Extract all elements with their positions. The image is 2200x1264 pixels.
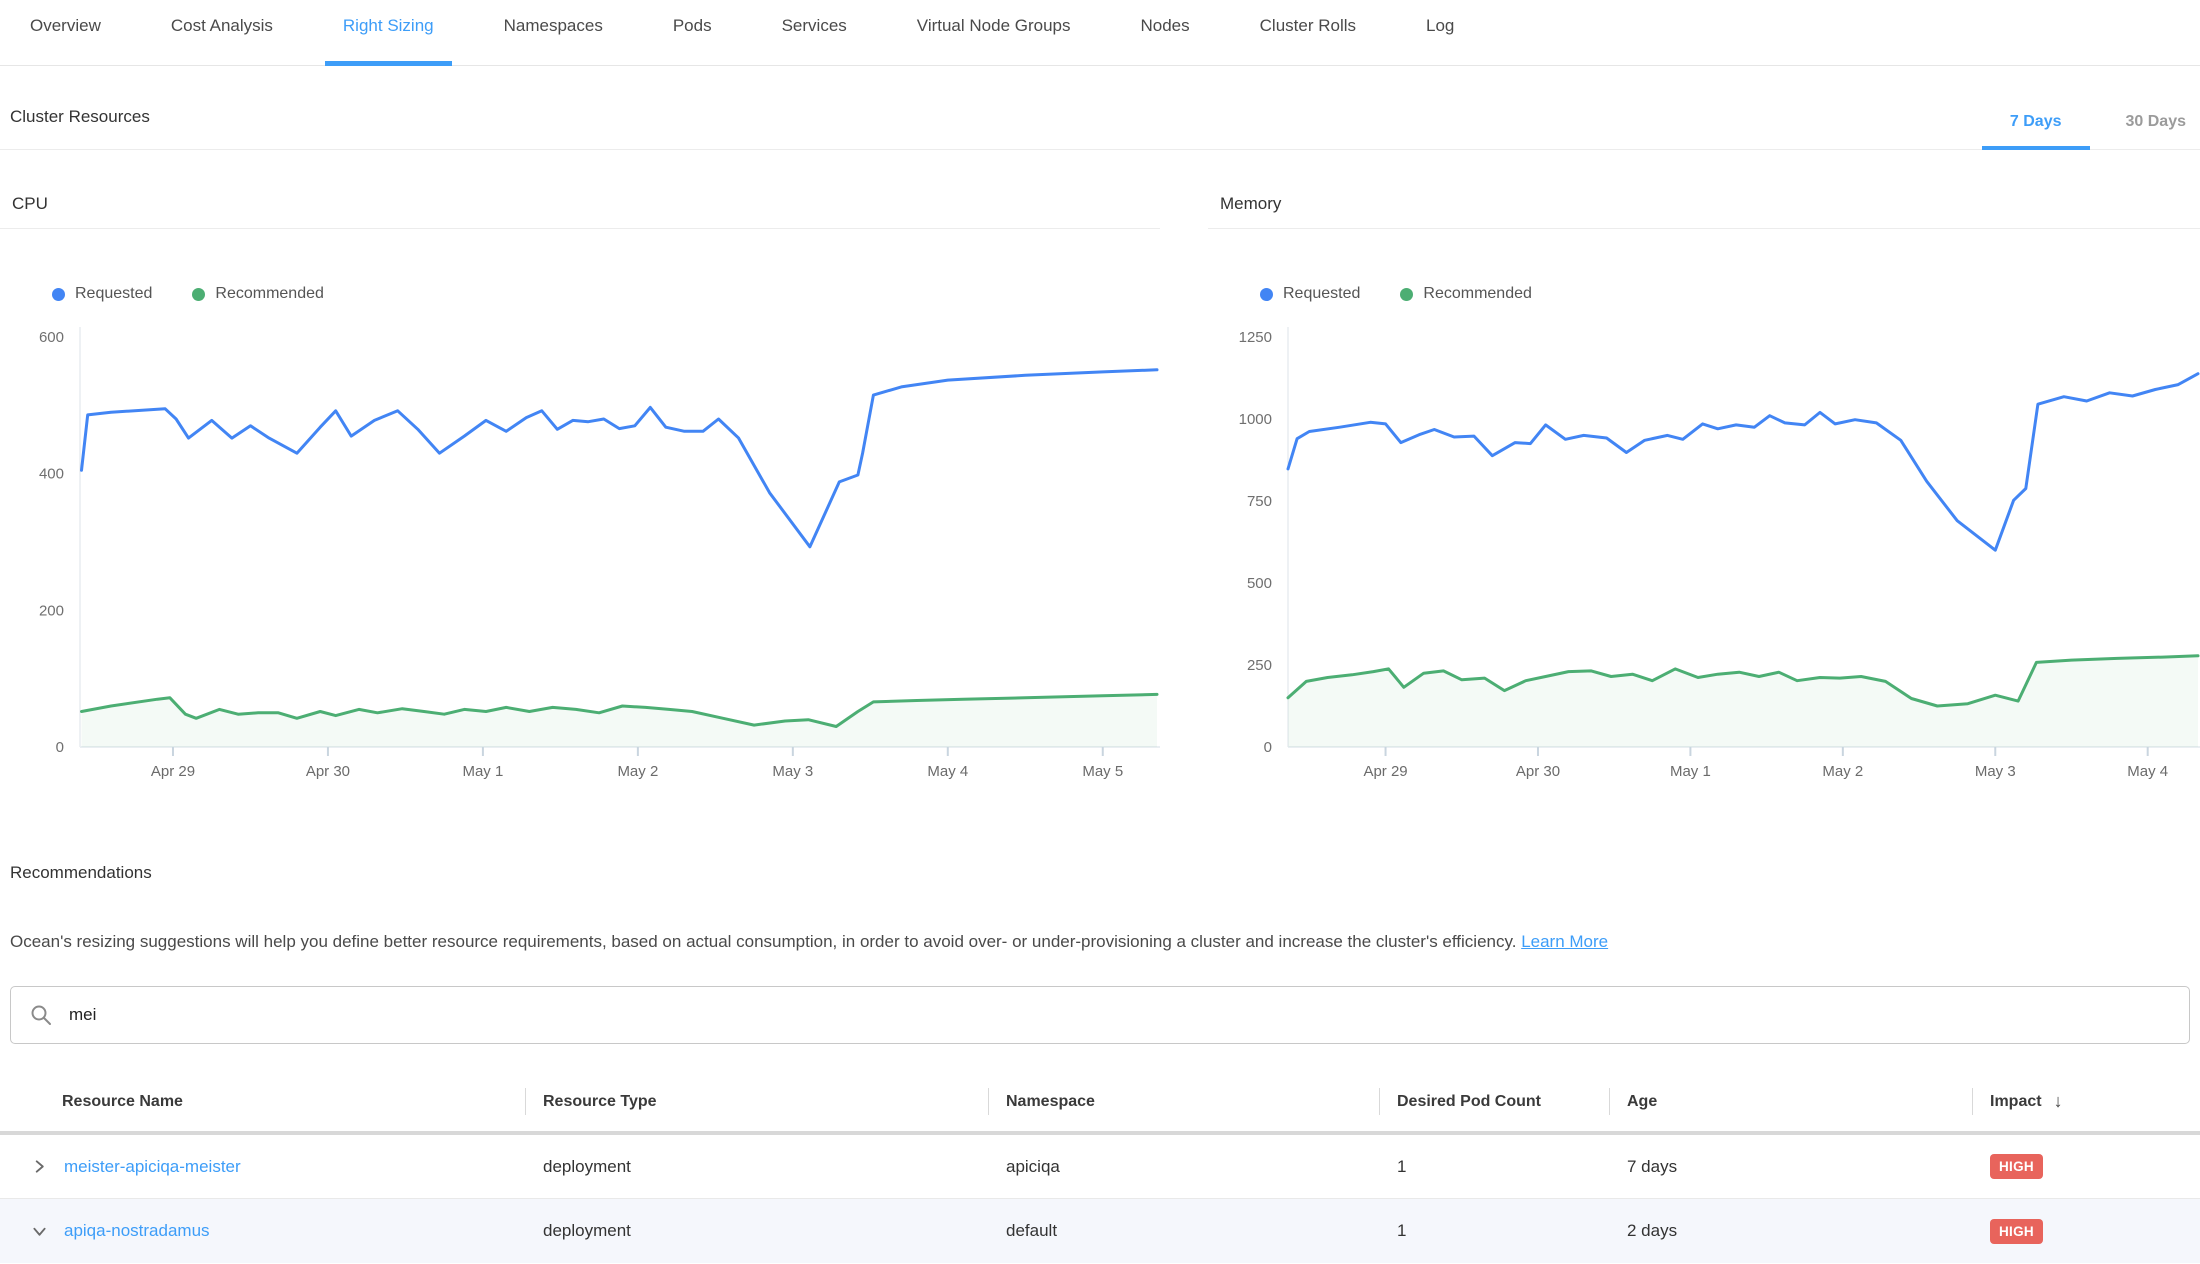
svg-text:400: 400 — [39, 466, 64, 483]
svg-text:May 2: May 2 — [1822, 763, 1863, 780]
svg-text:1000: 1000 — [1239, 411, 1272, 428]
memory-chart-legend: Requested Recommended — [1260, 285, 2200, 303]
svg-text:750: 750 — [1247, 493, 1272, 510]
time-range-toggle: 7 Days 30 Days — [1960, 113, 2200, 149]
sort-descending-icon[interactable]: ↓ — [2054, 1091, 2063, 1112]
legend-item-recommended: Recommended — [1400, 285, 1532, 303]
chevron-down-icon[interactable] — [28, 1220, 50, 1242]
column-header-desired-pod-count[interactable]: Desired Pod Count — [1379, 1072, 1609, 1131]
resource-type-cell: deployment — [525, 1157, 988, 1177]
desired-pod-count-cell: 1 — [1379, 1221, 1609, 1241]
table-row[interactable]: meister-apiciqa-meister deployment apici… — [0, 1135, 2200, 1199]
age-cell: 2 days — [1609, 1221, 1972, 1241]
legend-item-requested: Requested — [1260, 285, 1360, 303]
recommendations-title: Recommendations — [10, 863, 2200, 883]
memory-chart-panel: Memory Requested Recommended 0 250 500 750 1… — [1208, 150, 2200, 785]
svg-text:May 3: May 3 — [772, 763, 813, 780]
legend-label: Requested — [75, 285, 152, 303]
requested-dot-icon — [52, 288, 65, 301]
recommendations-table: Resource Name Resource Type Namespace De… — [0, 1072, 2200, 1263]
recommended-dot-icon — [1400, 288, 1413, 301]
desired-pod-count-cell: 1 — [1379, 1157, 1609, 1177]
tab-nodes[interactable]: Nodes — [1123, 0, 1208, 66]
cpu-line-chart: 0 200 400 600 Apr 29 Apr 30 May 1 May 2 May 3 May… — [0, 315, 1160, 785]
legend-item-requested: Requested — [52, 285, 152, 303]
svg-text:Apr 30: Apr 30 — [306, 763, 350, 780]
svg-text:200: 200 — [39, 602, 64, 619]
table-header-row: Resource Name Resource Type Namespace De… — [0, 1072, 2200, 1135]
legend-label: Recommended — [1423, 285, 1532, 303]
svg-text:May 1: May 1 — [462, 763, 503, 780]
svg-text:May 1: May 1 — [1670, 763, 1711, 780]
svg-text:May 2: May 2 — [617, 763, 658, 780]
impact-badge-high: HIGH — [1990, 1219, 2043, 1244]
learn-more-link[interactable]: Learn More — [1521, 932, 1608, 951]
recommendations-description: Ocean's resizing suggestions will help y… — [10, 931, 2200, 953]
chevron-right-icon[interactable] — [28, 1156, 50, 1178]
legend-label: Recommended — [215, 285, 324, 303]
cluster-resources-header: Cluster Resources 7 Days 30 Days — [0, 66, 2200, 150]
time-range-30-days[interactable]: 30 Days — [2112, 113, 2200, 149]
tab-cost-analysis[interactable]: Cost Analysis — [153, 0, 291, 66]
svg-text:Apr 29: Apr 29 — [1363, 763, 1407, 780]
column-header-resource-type[interactable]: Resource Type — [525, 1072, 988, 1131]
svg-text:Apr 30: Apr 30 — [1516, 763, 1560, 780]
search-icon — [29, 1003, 53, 1027]
svg-text:600: 600 — [39, 329, 64, 346]
table-row[interactable]: apiqa-nostradamus deployment default 1 2… — [0, 1199, 2200, 1263]
tab-log[interactable]: Log — [1408, 0, 1472, 66]
cluster-resources-title: Cluster Resources — [10, 107, 150, 149]
tab-namespaces[interactable]: Namespaces — [486, 0, 621, 66]
resource-name-link[interactable]: apiqa-nostradamus — [64, 1221, 210, 1241]
cpu-chart-panel: CPU Requested Recommended 0 200 400 600 Apr … — [0, 150, 1160, 785]
cpu-chart-title: CPU — [0, 150, 1160, 229]
svg-text:May 4: May 4 — [2127, 763, 2168, 780]
column-header-impact[interactable]: Impact ↓ — [1972, 1072, 2200, 1131]
svg-text:500: 500 — [1247, 575, 1272, 592]
tab-overview[interactable]: Overview — [12, 0, 119, 66]
requested-dot-icon — [1260, 288, 1273, 301]
recommendations-search[interactable] — [10, 986, 2190, 1044]
svg-text:May 5: May 5 — [1082, 763, 1123, 780]
memory-line-chart: 0 250 500 750 1000 1250 Apr 29 Apr 30 May 1 May 2… — [1208, 315, 2200, 785]
impact-badge-high: HIGH — [1990, 1154, 2043, 1179]
main-tab-bar: Overview Cost Analysis Right Sizing Name… — [0, 0, 2200, 66]
svg-text:Apr 29: Apr 29 — [151, 763, 195, 780]
memory-chart-title: Memory — [1208, 150, 2200, 229]
svg-text:1250: 1250 — [1239, 329, 1272, 346]
cpu-chart-legend: Requested Recommended — [52, 285, 1160, 303]
impact-header-label: Impact — [1990, 1093, 2042, 1111]
svg-text:May 3: May 3 — [1975, 763, 2016, 780]
namespace-cell: default — [988, 1221, 1379, 1241]
column-header-namespace[interactable]: Namespace — [988, 1072, 1379, 1131]
svg-text:0: 0 — [1264, 739, 1272, 756]
column-header-resource-name[interactable]: Resource Name — [0, 1072, 525, 1131]
svg-text:May 4: May 4 — [927, 763, 968, 780]
namespace-cell: apiciqa — [988, 1157, 1379, 1177]
svg-text:0: 0 — [56, 739, 64, 756]
tab-pods[interactable]: Pods — [655, 0, 730, 66]
tab-right-sizing[interactable]: Right Sizing — [325, 0, 452, 66]
tab-virtual-node-groups[interactable]: Virtual Node Groups — [899, 0, 1089, 66]
resource-type-cell: deployment — [525, 1221, 988, 1241]
legend-item-recommended: Recommended — [192, 285, 324, 303]
svg-text:250: 250 — [1247, 657, 1272, 674]
tab-cluster-rolls[interactable]: Cluster Rolls — [1242, 0, 1374, 66]
tab-services[interactable]: Services — [764, 0, 865, 66]
column-header-age[interactable]: Age — [1609, 1072, 1972, 1131]
legend-label: Requested — [1283, 285, 1360, 303]
recommendations-description-text: Ocean's resizing suggestions will help y… — [10, 932, 1516, 951]
recommended-dot-icon — [192, 288, 205, 301]
age-cell: 7 days — [1609, 1157, 1972, 1177]
search-input[interactable] — [69, 1005, 2171, 1025]
time-range-7-days[interactable]: 7 Days — [1996, 113, 2076, 149]
resource-name-link[interactable]: meister-apiciqa-meister — [64, 1157, 241, 1177]
